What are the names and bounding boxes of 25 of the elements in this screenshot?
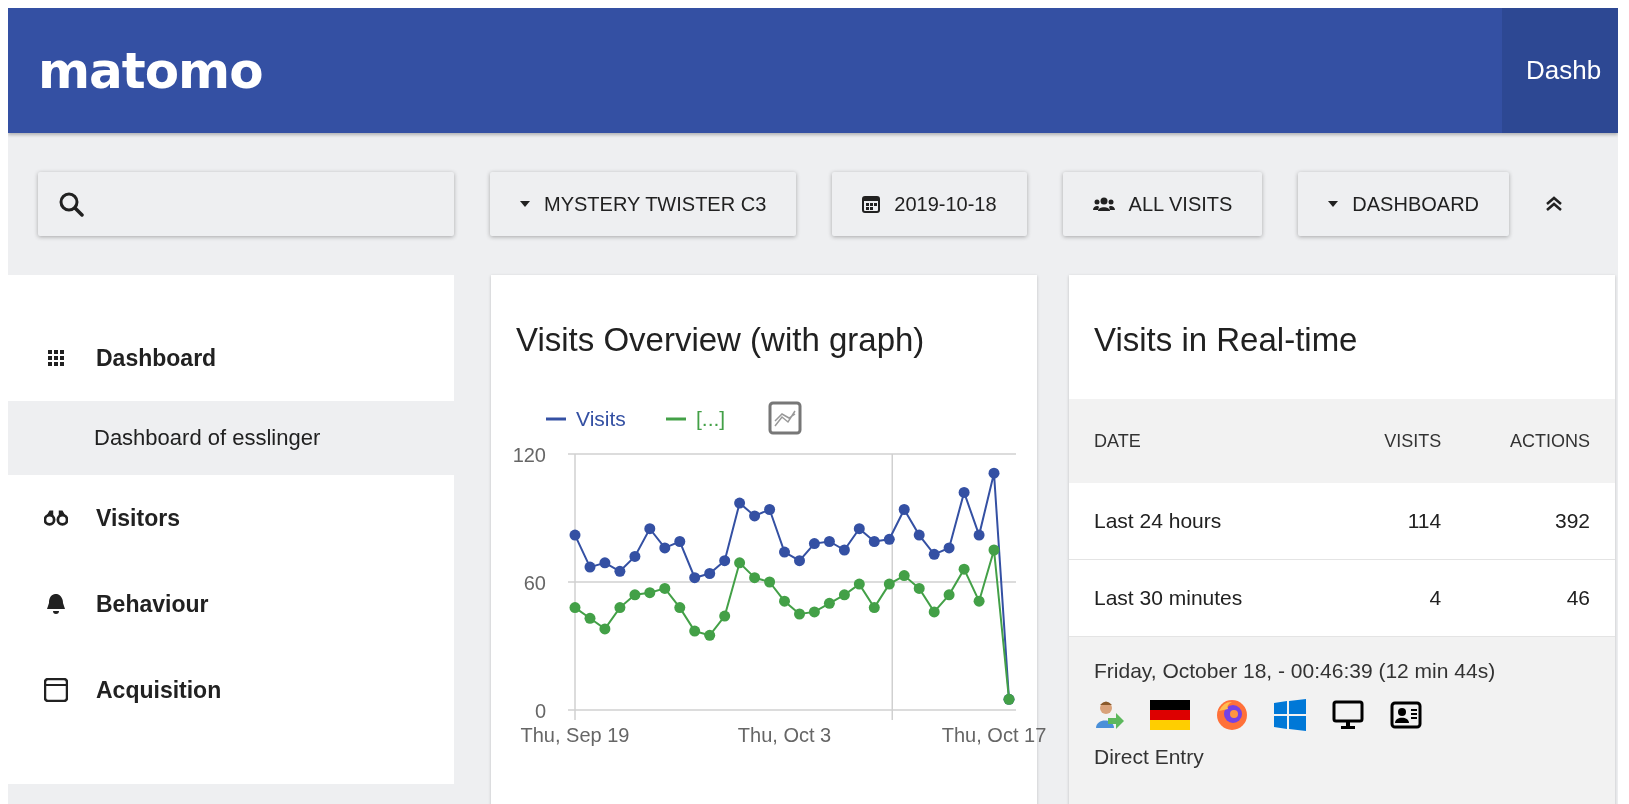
- axis-label: 0: [534, 700, 546, 722]
- sidebar-item-label: Acquisition: [96, 676, 222, 704]
- axis-label: Thu, Oct 3: [737, 724, 832, 746]
- legend-label: [...]: [696, 407, 726, 430]
- axis-label: 120: [512, 444, 546, 466]
- table-cell: 114: [1349, 483, 1467, 560]
- sidebar-item-label: Behaviour: [96, 590, 209, 618]
- referrer-text: Direct Entry: [1094, 745, 1205, 769]
- column-header: DATE: [1069, 399, 1350, 483]
- table-cell: Last 30 minutes: [1069, 559, 1350, 637]
- column-header: ACTIONS: [1466, 399, 1615, 483]
- sidebar-item-label: Dashboard: [96, 344, 217, 372]
- table-cell: Last 24 hours: [1069, 483, 1350, 560]
- axis-label: Thu, Sep 19: [520, 724, 630, 746]
- table-cell: 46: [1466, 559, 1615, 637]
- table-cell: 392: [1466, 483, 1615, 560]
- widget-title: Visits in Real-time: [1093, 320, 1359, 360]
- legend-label: Visits: [576, 407, 626, 430]
- axis-label: Thu, Oct 17: [941, 724, 1047, 746]
- visit-time: Friday, October 18, - 00:46:39 (12 min 44s): [1094, 659, 1497, 683]
- axis-label: 60: [523, 572, 546, 594]
- column-header: VISITS: [1349, 399, 1467, 483]
- sidebar-item-label: Visitors: [96, 504, 180, 532]
- table-cell: 4: [1349, 559, 1467, 637]
- widget-title: Visits Overview (with graph): [515, 320, 926, 360]
